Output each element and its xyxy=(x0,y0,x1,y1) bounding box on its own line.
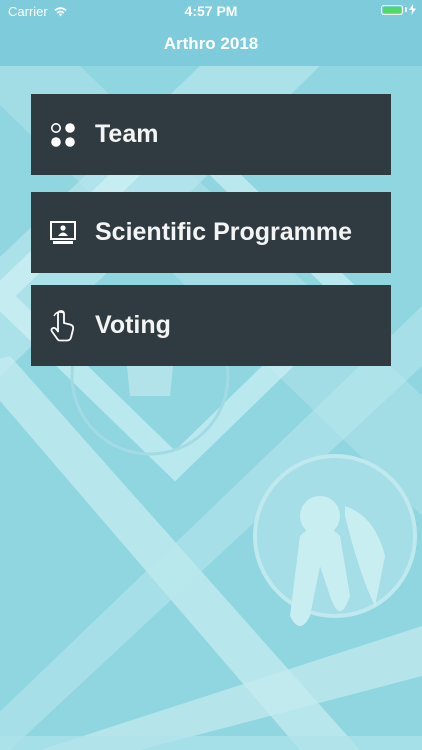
status-bar: Carrier 4:57 PM xyxy=(0,0,422,22)
battery-icon xyxy=(381,4,403,15)
menu-item-label: Scientific Programme xyxy=(95,218,353,246)
team-dots-icon xyxy=(31,122,95,148)
menu-item-scientific-programme[interactable]: Scientific Programme xyxy=(31,192,391,273)
presentation-screen-icon xyxy=(31,220,95,246)
menu-item-label: Team xyxy=(95,120,159,148)
battery-group xyxy=(381,4,416,15)
battery-tip xyxy=(405,7,407,12)
menu-item-team[interactable]: Team xyxy=(31,94,391,175)
home-indicator-area xyxy=(0,736,422,750)
charging-bolt-icon xyxy=(409,4,416,15)
status-time: 4:57 PM xyxy=(184,3,238,19)
nav-bar: Arthro 2018 xyxy=(0,22,422,66)
hand-tap-icon xyxy=(31,309,95,342)
menu-item-label: Voting xyxy=(95,311,171,339)
menu-item-voting[interactable]: Voting xyxy=(31,285,391,366)
page-title: Arthro 2018 xyxy=(163,34,259,53)
